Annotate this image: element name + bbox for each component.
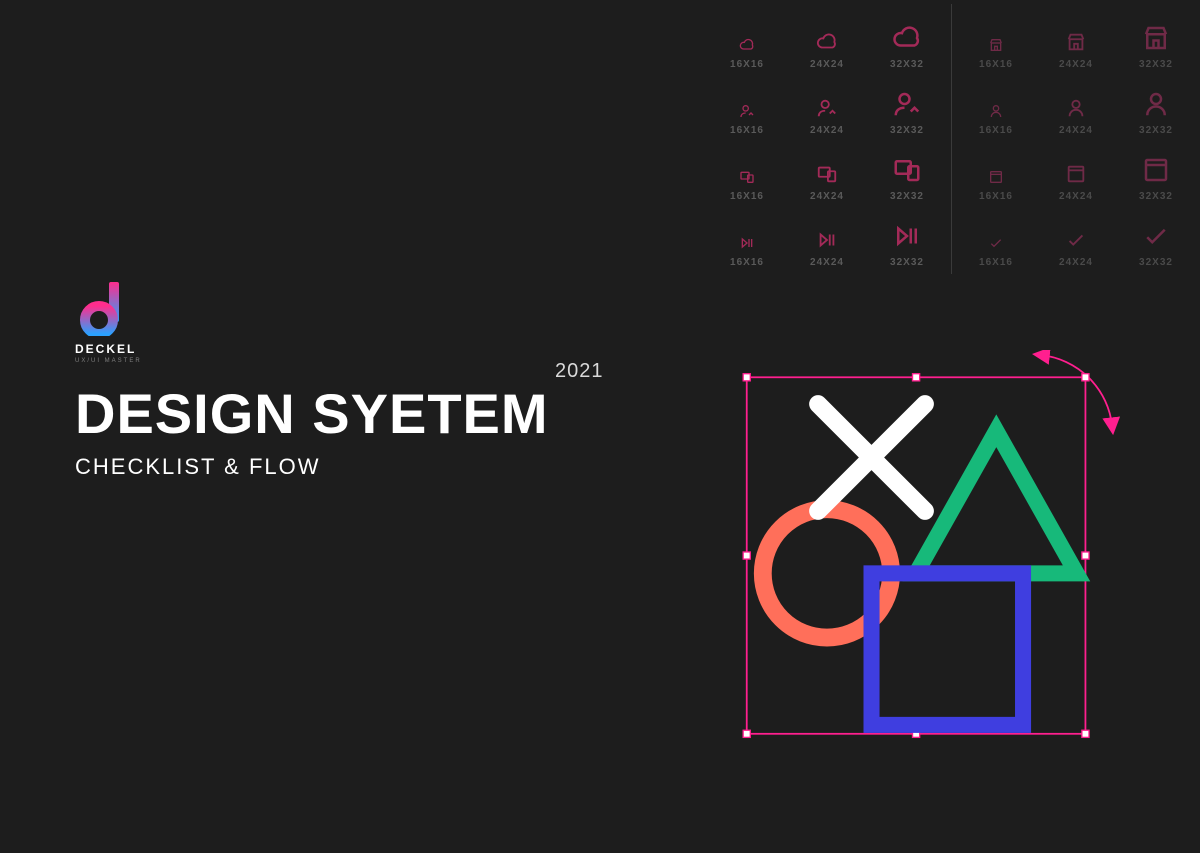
rotate-arc-icon xyxy=(1041,355,1112,426)
icon-grid-right: 16X16 24X24 32X32 16X16 24X24 xyxy=(952,4,1200,270)
size-label: 24X24 xyxy=(810,125,844,136)
user-check-icon xyxy=(892,89,922,119)
size-label: 24X24 xyxy=(1059,125,1093,136)
icon-row: 16X16 24X24 32X32 xyxy=(721,136,933,202)
icon-cell: 16X16 xyxy=(721,37,773,70)
brand-name: DECKEL xyxy=(75,342,136,356)
selection-bounding-box xyxy=(747,377,1086,734)
size-label: 32X32 xyxy=(1139,59,1173,70)
icon-row: 16X16 24X24 32X32 xyxy=(970,4,1182,70)
size-label: 16X16 xyxy=(979,257,1013,268)
icon-cell: 16X16 xyxy=(970,235,1022,268)
icon-row: 16X16 24X24 32X32 xyxy=(970,70,1182,136)
size-label: 16X16 xyxy=(979,125,1013,136)
shape-circle-icon xyxy=(763,509,891,637)
play-pause-icon xyxy=(892,221,922,251)
size-label: 32X32 xyxy=(890,257,924,268)
user-check-icon xyxy=(739,103,755,119)
icon-cell: 16X16 xyxy=(970,37,1022,70)
devices-icon xyxy=(816,163,838,185)
icon-cell: 32X32 xyxy=(1130,23,1182,70)
size-label: 16X16 xyxy=(730,125,764,136)
size-label: 24X24 xyxy=(1059,257,1093,268)
size-label: 32X32 xyxy=(1139,257,1173,268)
icon-cell: 16X16 xyxy=(721,235,773,268)
icon-cell: 24X24 xyxy=(801,229,853,268)
size-label: 32X32 xyxy=(890,125,924,136)
icon-cell: 24X24 xyxy=(801,31,853,70)
icon-row: 16X16 24X24 32X32 xyxy=(970,136,1182,202)
window-icon xyxy=(1141,155,1171,185)
hero-artwork xyxy=(720,350,1130,770)
icon-cell: 24X24 xyxy=(801,97,853,136)
selection-handles xyxy=(743,374,1089,738)
icon-cell: 24X24 xyxy=(1050,97,1102,136)
icon-cell: 32X32 xyxy=(881,89,933,136)
play-pause-icon xyxy=(739,235,755,251)
check-icon xyxy=(988,235,1004,251)
icon-cell: 24X24 xyxy=(1050,229,1102,268)
icon-cell: 16X16 xyxy=(970,169,1022,202)
size-label: 24X24 xyxy=(810,257,844,268)
shape-triangle-icon xyxy=(916,431,1076,574)
size-label: 32X32 xyxy=(890,191,924,202)
size-label: 16X16 xyxy=(979,59,1013,70)
window-icon xyxy=(988,169,1004,185)
icon-cell: 16X16 xyxy=(721,103,773,136)
size-label: 16X16 xyxy=(730,191,764,202)
icon-cell: 32X32 xyxy=(881,155,933,202)
icon-cell: 24X24 xyxy=(1050,163,1102,202)
person-icon xyxy=(1065,97,1087,119)
person-icon xyxy=(988,103,1004,119)
icon-size-grids: 16X16 24X24 32X32 16X16 24X24 xyxy=(703,0,1200,270)
page-subtitle: CHECKLIST & FLOW xyxy=(75,454,549,480)
cloud-icon xyxy=(892,23,922,53)
play-pause-icon xyxy=(816,229,838,251)
icon-cell: 24X24 xyxy=(1050,31,1102,70)
brand-lockup: DECKEL UX/UI MASTER xyxy=(75,280,549,364)
devices-icon xyxy=(892,155,922,185)
size-label: 32X32 xyxy=(890,59,924,70)
size-label: 32X32 xyxy=(1139,191,1173,202)
storefront-icon xyxy=(1141,23,1171,53)
person-icon xyxy=(1141,89,1171,119)
user-check-icon xyxy=(816,97,838,119)
icon-row: 16X16 24X24 32X32 xyxy=(721,4,933,70)
icon-cell: 32X32 xyxy=(881,23,933,70)
shape-square-icon xyxy=(872,573,1024,725)
storefront-icon xyxy=(988,37,1004,53)
size-label: 24X24 xyxy=(1059,191,1093,202)
check-icon xyxy=(1065,229,1087,251)
size-label: 16X16 xyxy=(979,191,1013,202)
icon-row: 16X16 24X24 32X32 xyxy=(721,202,933,268)
icon-cell: 16X16 xyxy=(970,103,1022,136)
size-label: 24X24 xyxy=(810,59,844,70)
icon-row: 16X16 24X24 32X32 xyxy=(970,202,1182,268)
icon-grid-left: 16X16 24X24 32X32 16X16 24X24 xyxy=(703,4,951,270)
size-label: 16X16 xyxy=(730,257,764,268)
shape-cross-icon xyxy=(818,404,925,511)
icon-cell: 16X16 xyxy=(721,169,773,202)
cloud-icon xyxy=(816,31,838,53)
storefront-icon xyxy=(1065,31,1087,53)
icon-row: 16X16 24X24 32X32 xyxy=(721,70,933,136)
brand-logo-icon xyxy=(75,280,131,336)
icon-cell: 32X32 xyxy=(1130,89,1182,136)
brand-tagline: UX/UI MASTER xyxy=(75,358,142,364)
size-label: 24X24 xyxy=(810,191,844,202)
icon-cell: 32X32 xyxy=(1130,221,1182,268)
size-label: 32X32 xyxy=(1139,125,1173,136)
icon-cell: 32X32 xyxy=(881,221,933,268)
hero-block: DECKEL UX/UI MASTER 2021 DESIGN SYETEM C… xyxy=(75,280,549,480)
year-label: 2021 xyxy=(555,360,604,383)
icon-cell: 32X32 xyxy=(1130,155,1182,202)
size-label: 16X16 xyxy=(730,59,764,70)
icon-cell: 24X24 xyxy=(801,163,853,202)
page-title: DESIGN SYETEM xyxy=(75,386,549,442)
window-icon xyxy=(1065,163,1087,185)
cloud-icon xyxy=(739,37,755,53)
devices-icon xyxy=(739,169,755,185)
size-label: 24X24 xyxy=(1059,59,1093,70)
check-icon xyxy=(1141,221,1171,251)
